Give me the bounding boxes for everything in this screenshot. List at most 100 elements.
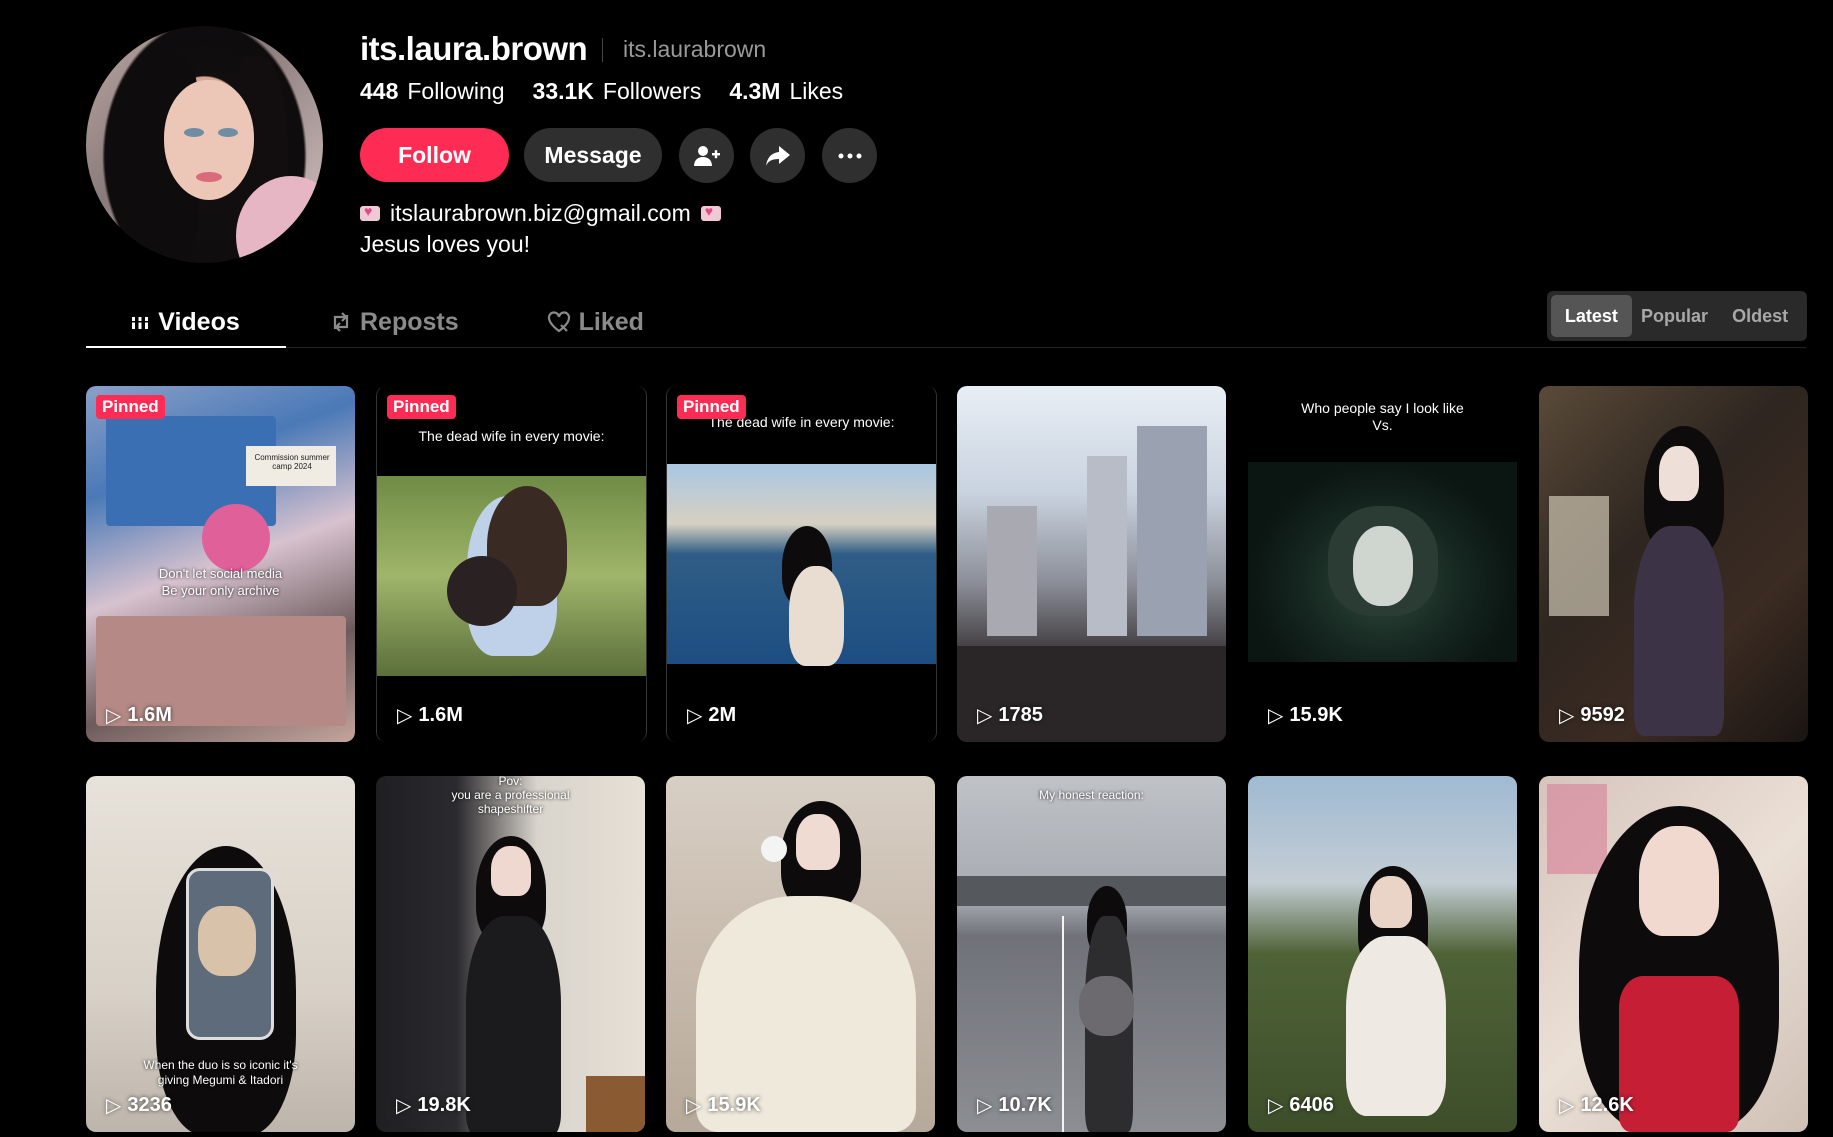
video-card[interactable]: ▷ 1785 xyxy=(957,386,1226,742)
play-icon: ▷ xyxy=(977,705,993,727)
tab-videos[interactable]: Videos xyxy=(86,302,284,342)
building-shape xyxy=(1137,426,1207,636)
person-plus-icon xyxy=(693,145,720,166)
cat-shape xyxy=(447,556,517,626)
video-card[interactable]: Who people say I look like Vs. ▷ 15.9K xyxy=(1248,386,1517,742)
face-shape xyxy=(1353,526,1413,606)
avatar-eye xyxy=(218,128,238,137)
follow-button[interactable]: Follow xyxy=(360,128,509,182)
person-dress xyxy=(466,916,561,1132)
stat-label: Followers xyxy=(602,78,702,104)
view-count-value: 2M xyxy=(708,704,737,726)
play-icon: ▷ xyxy=(686,1095,702,1117)
play-icon: ▷ xyxy=(687,705,703,727)
view-count: ▷ 6406 xyxy=(1268,1093,1334,1118)
view-count: ▷ 1785 xyxy=(977,703,1043,728)
grid-icon xyxy=(131,315,150,329)
flower-shape xyxy=(202,504,270,572)
more-dots-icon xyxy=(838,153,861,158)
love-letter-icon xyxy=(700,203,721,221)
pinned-badge: Pinned xyxy=(96,395,165,419)
pinned-badge: Pinned xyxy=(387,395,456,419)
video-card[interactable]: When the duo is so iconic it's giving Me… xyxy=(86,776,355,1132)
stat-value: 448 xyxy=(360,78,399,104)
stat-value: 4.3M xyxy=(729,78,781,104)
sort-popular-button[interactable]: Popular xyxy=(1632,295,1718,337)
person-face xyxy=(1659,446,1699,501)
repost-icon xyxy=(333,312,349,332)
tab-liked[interactable]: Liked xyxy=(547,302,644,342)
video-card[interactable]: The dead wife in every movie: Pinned ▷ 2M xyxy=(666,386,937,742)
person-face xyxy=(1639,826,1719,936)
person-figure xyxy=(789,566,844,666)
love-letter-icon xyxy=(360,203,380,221)
video-card[interactable]: ▷ 15.9K xyxy=(666,776,935,1132)
profile-nickname: its.laurabrown xyxy=(623,36,767,62)
active-tab-indicator xyxy=(86,346,286,348)
video-caption: you are a professional xyxy=(451,788,570,802)
bio-line-2: Jesus loves you! xyxy=(360,231,531,257)
video-card[interactable]: ▷ 9592 xyxy=(1539,386,1808,742)
video-caption: Vs. xyxy=(1372,417,1393,433)
play-icon: ▷ xyxy=(106,1095,122,1117)
video-card[interactable]: The dead wife in every movie: Pinned ▷ 1.… xyxy=(376,386,647,742)
video-card[interactable]: Pov: you are a professional shapeshifter… xyxy=(376,776,645,1132)
stat-followers[interactable]: 33.1K Followers xyxy=(533,78,702,105)
message-button[interactable]: Message xyxy=(524,128,662,182)
tab-reposts[interactable]: Reposts xyxy=(330,302,459,342)
view-count-value: 15.9K xyxy=(1289,704,1343,726)
divider xyxy=(602,38,603,62)
video-caption: When the duo is so iconic it's xyxy=(143,1058,298,1072)
video-card[interactable]: ▷ 6406 xyxy=(1248,776,1517,1132)
view-count: ▷ 15.9K xyxy=(1268,703,1343,728)
play-icon: ▷ xyxy=(396,1095,412,1117)
share-arrow-icon xyxy=(765,145,790,166)
anime-face-shape xyxy=(198,906,256,976)
video-card[interactable]: My honest reaction: ▷ 10.7K xyxy=(957,776,1226,1132)
avatar-face xyxy=(164,80,254,200)
view-count-value: 1785 xyxy=(998,704,1043,726)
view-count-value: 10.7K xyxy=(998,1094,1052,1116)
play-icon: ▷ xyxy=(1268,705,1284,727)
tab-label: Videos xyxy=(158,307,240,336)
stat-likes: 4.3M Likes xyxy=(729,78,843,105)
tabs-divider xyxy=(86,347,1806,348)
play-icon: ▷ xyxy=(106,705,122,727)
more-button[interactable] xyxy=(822,128,877,183)
bouquet-shape xyxy=(1079,976,1134,1036)
door-shape xyxy=(586,1076,645,1132)
profile-stats: 448 Following 33.1K Followers 4.3M Likes xyxy=(360,78,843,105)
share-button[interactable] xyxy=(750,128,805,183)
wall-decor-shape xyxy=(1547,784,1607,874)
view-count: ▷ 1.6M xyxy=(397,703,463,728)
stat-following[interactable]: 448 Following xyxy=(360,78,505,105)
sort-segmented-control: Latest Popular Oldest xyxy=(1547,291,1807,341)
video-caption: Be your only archive xyxy=(161,583,280,598)
video-caption: shapeshifter xyxy=(477,802,544,816)
video-card[interactable]: Commission summer camp 2024 Don't let so… xyxy=(86,386,355,742)
tab-label: Liked xyxy=(578,307,644,336)
view-count: ▷ 12.6K xyxy=(1559,1093,1634,1118)
profile-username: its.laura.brown xyxy=(360,30,588,67)
video-caption: Commission summer camp 2024 xyxy=(254,453,330,471)
video-caption: The dead wife in every movie: xyxy=(418,428,605,444)
stat-label: Following xyxy=(407,78,505,104)
sort-oldest-button[interactable]: Oldest xyxy=(1717,295,1803,337)
wall-pattern xyxy=(1549,496,1609,616)
view-count-value: 1.6M xyxy=(127,704,172,726)
sort-latest-button[interactable]: Latest xyxy=(1551,295,1632,337)
view-count-value: 1.6M xyxy=(418,704,463,726)
person-face xyxy=(491,846,531,896)
stat-value: 33.1K xyxy=(532,78,594,104)
video-caption: Pov: xyxy=(498,776,523,788)
view-count: ▷ 2M xyxy=(687,703,736,728)
add-friend-button[interactable] xyxy=(679,128,734,183)
play-icon: ▷ xyxy=(397,705,413,727)
profile-avatar[interactable] xyxy=(86,26,323,263)
view-count-value: 15.9K xyxy=(707,1094,761,1116)
heart-icon xyxy=(547,311,570,333)
view-count: ▷ 1.6M xyxy=(106,703,172,728)
person-face xyxy=(796,814,840,870)
video-card[interactable]: ▷ 12.6K xyxy=(1539,776,1808,1132)
pinned-badge: Pinned xyxy=(677,395,746,419)
